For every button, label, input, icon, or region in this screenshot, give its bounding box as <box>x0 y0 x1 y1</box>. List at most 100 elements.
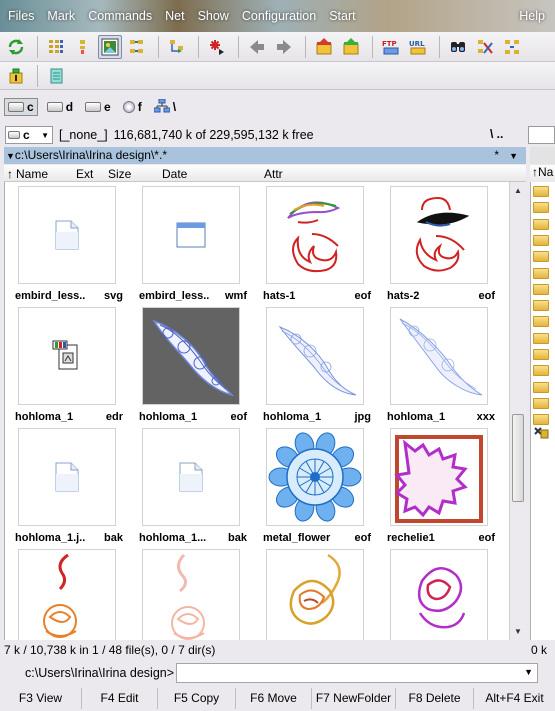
file-thumbnail[interactable] <box>390 428 488 526</box>
f4-edit-button[interactable]: F4 Edit <box>82 688 158 709</box>
folder-icon[interactable] <box>533 300 549 312</box>
archive-icon[interactable] <box>4 64 28 88</box>
sync-icon[interactable] <box>500 35 524 59</box>
file-thumbnail[interactable] <box>18 186 116 284</box>
drive-button-d[interactable]: d <box>44 98 76 116</box>
file-thumbnail[interactable] <box>266 428 364 526</box>
file-tile[interactable]: embird_less.. wmf <box>139 186 263 307</box>
folder-icon[interactable] <box>533 316 549 328</box>
folder-icon[interactable] <box>533 349 549 360</box>
history-dropdown-icon[interactable]: ▼ <box>6 151 15 161</box>
current-path-bar[interactable]: ▼c:\Users\Irina\Irina design\*.* * ▼ <box>4 147 526 164</box>
menu-configuration[interactable]: Configuration <box>242 9 316 23</box>
details-view-icon[interactable] <box>71 35 95 59</box>
file-tile[interactable]: rechelie1 eof <box>387 428 509 549</box>
forward-icon[interactable] <box>272 35 296 59</box>
folder-icon[interactable] <box>533 332 549 344</box>
f5-copy-button[interactable]: F5 Copy <box>158 688 236 709</box>
brief-view-icon[interactable] <box>44 35 68 59</box>
file-thumbnail[interactable] <box>390 186 488 284</box>
file-tile[interactable]: hohloma_1 edr <box>15 307 139 428</box>
folder-icon[interactable] <box>533 381 549 393</box>
find-icon[interactable] <box>446 35 470 59</box>
right-column-name[interactable]: Na <box>538 165 553 179</box>
column-ext[interactable]: Ext <box>76 167 93 181</box>
chevron-down-icon[interactable]: ▼ <box>509 151 518 161</box>
right-path-bar[interactable] <box>530 147 555 164</box>
folder-icon[interactable] <box>533 283 549 295</box>
right-drive-select[interactable] <box>528 126 555 144</box>
drive-button-c[interactable]: c <box>4 98 38 116</box>
f8-delete-button[interactable]: F8 Delete <box>396 688 474 709</box>
file-thumbnail[interactable] <box>142 428 240 526</box>
menu-mark[interactable]: Mark <box>47 9 75 23</box>
column-date[interactable]: Date <box>162 167 187 181</box>
file-tile[interactable] <box>15 549 139 640</box>
folder-icon[interactable] <box>533 267 549 279</box>
scroll-down-icon[interactable]: ▼ <box>510 623 526 640</box>
folder-icon[interactable] <box>533 186 549 197</box>
network-folder-icon[interactable] <box>533 426 549 443</box>
invert-selection-icon[interactable] <box>205 35 229 59</box>
folder-icon[interactable] <box>533 202 549 214</box>
folder-icon[interactable] <box>533 234 549 246</box>
file-tile[interactable]: hohloma_1 eof <box>139 307 263 428</box>
favorites-star[interactable]: * <box>494 148 499 162</box>
file-tile[interactable]: hats-1 eof <box>263 186 387 307</box>
file-thumbnail[interactable] <box>390 549 488 640</box>
f6-move-button[interactable]: F6 Move <box>236 688 312 709</box>
file-thumbnail[interactable] <box>142 549 240 640</box>
file-tile[interactable]: hohloma_1 xxx <box>387 307 509 428</box>
refresh-icon[interactable] <box>4 35 28 59</box>
scroll-up-icon[interactable]: ▲ <box>510 182 526 199</box>
command-input[interactable]: ▼ <box>176 663 539 683</box>
file-thumbnail[interactable] <box>266 307 364 405</box>
tree-view-icon[interactable] <box>125 35 149 59</box>
menu-help[interactable]: Help <box>519 9 545 23</box>
f7-newfolder-button[interactable]: F7 NewFolder <box>312 688 396 709</box>
file-thumbnail[interactable] <box>142 307 240 405</box>
folder-icon[interactable] <box>533 414 549 426</box>
column-size[interactable]: Size <box>108 167 131 181</box>
notepad-icon[interactable] <box>44 64 68 88</box>
volume-label[interactable]: [_none_] <box>59 128 108 142</box>
f3-view-button[interactable]: F3 View <box>0 688 82 709</box>
folder-icon[interactable] <box>533 397 549 409</box>
back-icon[interactable] <box>245 35 269 59</box>
vertical-scrollbar[interactable]: ▲ ▼ <box>509 182 526 640</box>
file-tile[interactable] <box>139 549 263 640</box>
file-tile[interactable]: hohloma_1... bak <box>139 428 263 549</box>
menu-show[interactable]: Show <box>198 9 229 23</box>
file-tile[interactable]: hohloma_1.j.. bak <box>15 428 139 549</box>
menu-files[interactable]: Files <box>8 9 34 23</box>
file-tile[interactable] <box>387 549 509 640</box>
ftp-icon[interactable]: FTP <box>379 35 403 59</box>
drive-select[interactable]: c ▼ <box>5 126 53 144</box>
file-thumbnail[interactable] <box>18 428 116 526</box>
file-tile[interactable]: hohloma_1 jpg <box>263 307 387 428</box>
left-file-panel[interactable]: embird_less.. svg embird_less.. wmf hats-1 eo… <box>4 182 509 640</box>
folder-icon[interactable] <box>533 251 549 263</box>
drive-button-network[interactable]: \ <box>151 98 179 116</box>
pack-icon[interactable] <box>312 35 336 59</box>
file-tile[interactable] <box>263 549 387 640</box>
file-tile[interactable]: embird_less.. svg <box>15 186 139 307</box>
file-tile[interactable]: metal_flower eof <box>263 428 387 549</box>
folder-icon[interactable] <box>533 365 549 377</box>
file-tile[interactable]: hats-2 eof <box>387 186 509 307</box>
column-attr[interactable]: Attr <box>264 167 283 181</box>
thumbnails-view-icon[interactable] <box>98 34 122 59</box>
scrollbar-thumb[interactable] <box>512 414 524 502</box>
file-thumbnail[interactable] <box>142 186 240 284</box>
menu-net[interactable]: Net <box>165 9 184 23</box>
file-thumbnail[interactable] <box>266 186 364 284</box>
rename-icon[interactable] <box>473 35 497 59</box>
chevron-down-icon[interactable]: ▼ <box>524 667 533 677</box>
drive-button-e[interactable]: e <box>82 98 114 116</box>
filter-icon[interactable] <box>165 35 189 59</box>
drive-button-f[interactable]: f <box>120 98 145 116</box>
url-icon[interactable]: URL <box>406 35 430 59</box>
file-thumbnail[interactable] <box>18 549 116 640</box>
folder-icon[interactable] <box>533 218 549 230</box>
column-name[interactable]: Name <box>16 167 48 181</box>
